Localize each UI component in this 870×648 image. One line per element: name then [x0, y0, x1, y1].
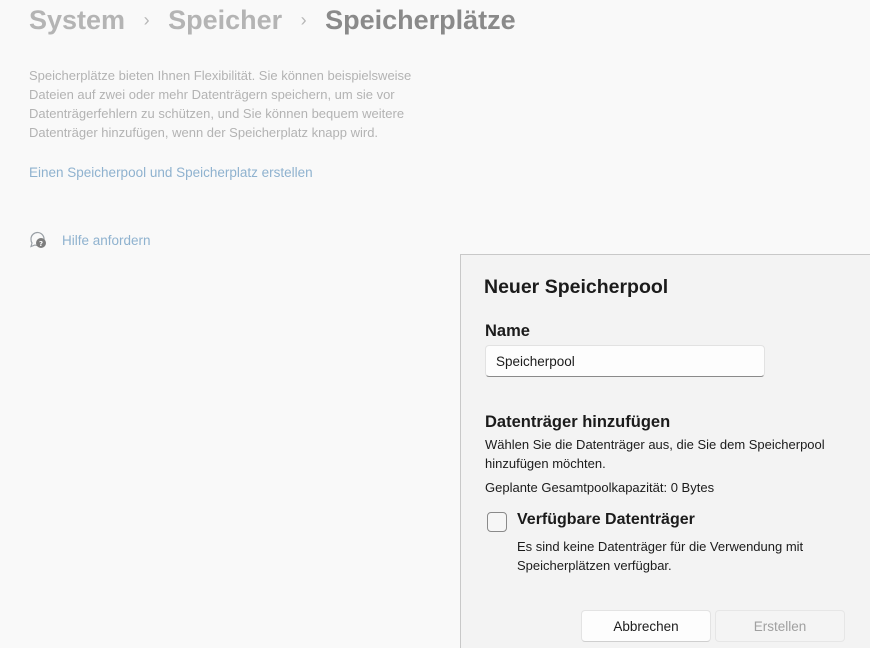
breadcrumb-item-speicher[interactable]: Speicher — [168, 5, 282, 36]
create-button[interactable]: Erstellen — [715, 610, 845, 642]
create-pool-link[interactable]: Einen Speicherpool und Speicherplatz ers… — [29, 165, 313, 180]
cancel-button[interactable]: Abbrechen — [581, 610, 711, 642]
chevron-right-icon: › — [143, 9, 150, 30]
add-drives-heading: Datenträger hinzufügen — [485, 413, 671, 431]
breadcrumb-item-current: Speicherplätze — [325, 4, 516, 35]
add-drives-description: Wählen Sie die Datenträger aus, die Sie … — [485, 437, 825, 471]
available-drives-label[interactable]: Verfügbare Datenträger — [517, 511, 695, 529]
chevron-right-icon: › — [300, 9, 307, 30]
planned-capacity: Geplante Gesamtpoolkapazität: 0 Bytes — [485, 480, 715, 495]
breadcrumb: System › Speicher › Speicherplätze — [29, 2, 516, 38]
no-drives-message: Es sind keine Datenträger für die Verwen… — [517, 539, 804, 573]
help-link[interactable]: ? Hilfe anfordern — [29, 231, 151, 249]
dialog-title: Neuer Speicherpool — [484, 276, 669, 298]
new-storage-pool-dialog: Neuer Speicherpool Name Datenträger hinz… — [460, 254, 870, 648]
breadcrumb-item-system[interactable]: System — [29, 5, 125, 36]
help-chat-icon: ? — [29, 231, 47, 249]
name-input[interactable] — [485, 345, 765, 377]
available-drives-checkbox[interactable] — [487, 512, 507, 532]
svg-text:?: ? — [39, 240, 43, 248]
page-description: Speicherplätze bieten Ihnen Flexibilität… — [29, 68, 412, 140]
help-link-label: Hilfe anfordern — [62, 232, 151, 248]
name-label: Name — [485, 322, 530, 340]
